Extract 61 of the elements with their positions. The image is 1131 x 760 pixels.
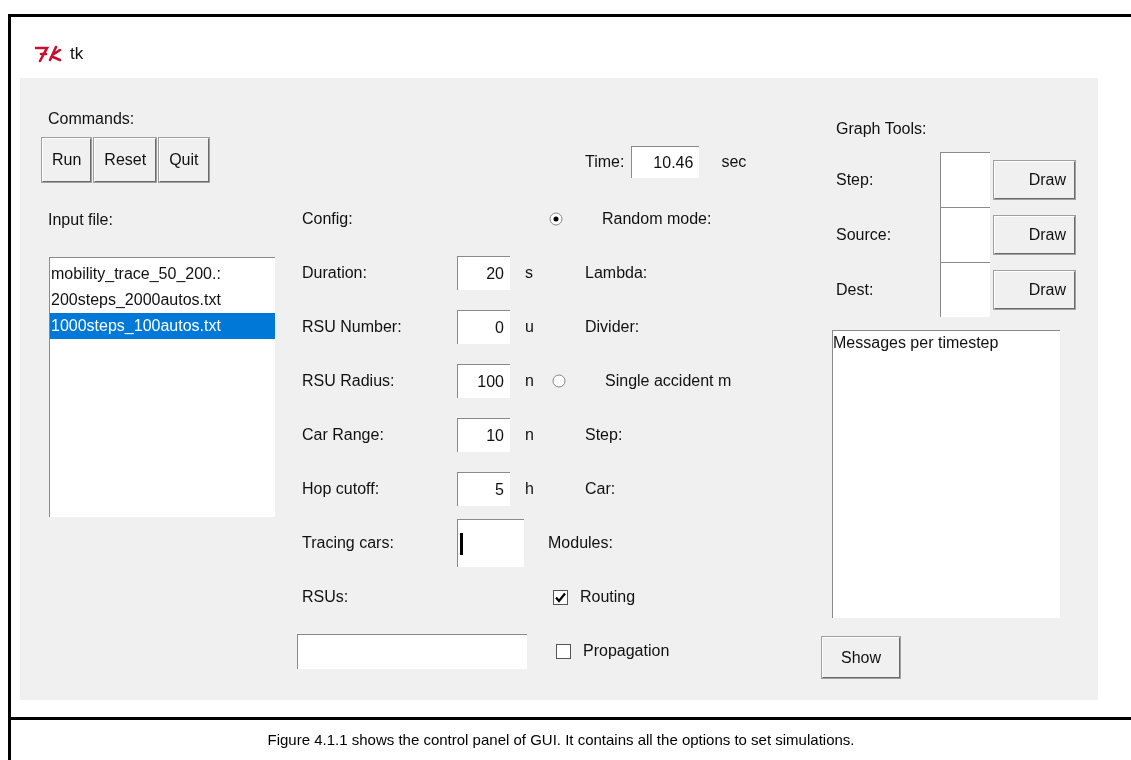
window-title: tk: [70, 43, 84, 66]
radio-button[interactable]: [549, 212, 563, 226]
field-label: Car:: [584, 479, 616, 499]
section-label: Graph Tools:: [835, 119, 927, 139]
input-field[interactable]: [940, 207, 990, 262]
section-label: Modules:: [548, 533, 613, 553]
unit-label: n: [524, 371, 535, 391]
field-label: Car Range:: [301, 425, 385, 445]
number-field[interactable]: 10: [457, 418, 510, 452]
command-button[interactable]: Reset: [94, 138, 157, 182]
field-label: Config:: [301, 209, 354, 229]
number-field[interactable]: 0: [457, 310, 510, 344]
input-field[interactable]: [457, 519, 524, 567]
number-field[interactable]: 100: [457, 364, 510, 398]
field-label: Hop cutoff:: [301, 479, 381, 499]
unit-label: h: [524, 479, 535, 499]
section-label: Commands:: [47, 109, 135, 129]
unit-label: s: [524, 263, 534, 283]
time-label: Time:: [585, 152, 626, 172]
figure-caption: Figure 4.1.1 shows the control panel of GUI. It contains all the options to set simulations.: [267, 729, 855, 750]
unit-label: n: [524, 425, 535, 445]
number-field[interactable]: 5: [457, 472, 510, 506]
checkbox[interactable]: [553, 589, 568, 605]
field-label: Step:: [835, 169, 875, 190]
field-label: Lambda:: [584, 263, 648, 283]
field-label: Dest:: [835, 279, 875, 300]
text-cursor-icon: [460, 532, 463, 555]
field-label: RSU Number:: [301, 317, 403, 337]
file-list-item[interactable]: mobility_trace_50_200.:: [50, 261, 275, 287]
field-label: RSU Radius:: [301, 371, 396, 391]
file-list-item[interactable]: 1000steps_100autos.txt: [50, 313, 275, 339]
time-field[interactable]: 10.46: [631, 146, 700, 178]
command-button[interactable]: Quit: [159, 138, 209, 182]
radio-label: Random mode:: [601, 209, 713, 229]
section-label: Input file:: [47, 210, 113, 230]
checkbox[interactable]: [556, 643, 571, 659]
draw-button[interactable]: Draw: [994, 160, 1075, 199]
file-list-item[interactable]: 200steps_2000autos.txt: [50, 287, 275, 313]
radio-button[interactable]: [552, 374, 566, 388]
radio-label: Single accident m: [604, 371, 733, 391]
show-button[interactable]: Show: [822, 637, 900, 678]
field-label: Step:: [584, 425, 623, 445]
checkbox-label: Propagation: [583, 641, 670, 661]
logo-icon: [34, 45, 62, 63]
draw-button[interactable]: Draw: [994, 270, 1075, 309]
field-label: Source:: [835, 224, 893, 245]
number-field[interactable]: 20: [457, 256, 510, 290]
checkbox-label: Routing: [580, 587, 636, 607]
draw-button[interactable]: Draw: [994, 215, 1075, 254]
messages-box: Messages per timestep: [832, 330, 1060, 618]
input-field[interactable]: [940, 262, 990, 317]
field-label: Divider:: [584, 317, 640, 337]
field-label: RSUs:: [301, 587, 350, 607]
field-label: Duration:: [301, 263, 368, 283]
command-button[interactable]: Run: [42, 138, 92, 182]
input-field[interactable]: [297, 633, 527, 669]
field-label: Tracing cars:: [301, 533, 395, 553]
input-field[interactable]: [940, 152, 990, 207]
unit-label: sec: [720, 152, 747, 172]
unit-label: u: [524, 317, 535, 337]
file-list[interactable]: mobility_trace_50_200.: 200steps_2000autos.txt 1000steps_100autos.txt: [49, 257, 275, 517]
